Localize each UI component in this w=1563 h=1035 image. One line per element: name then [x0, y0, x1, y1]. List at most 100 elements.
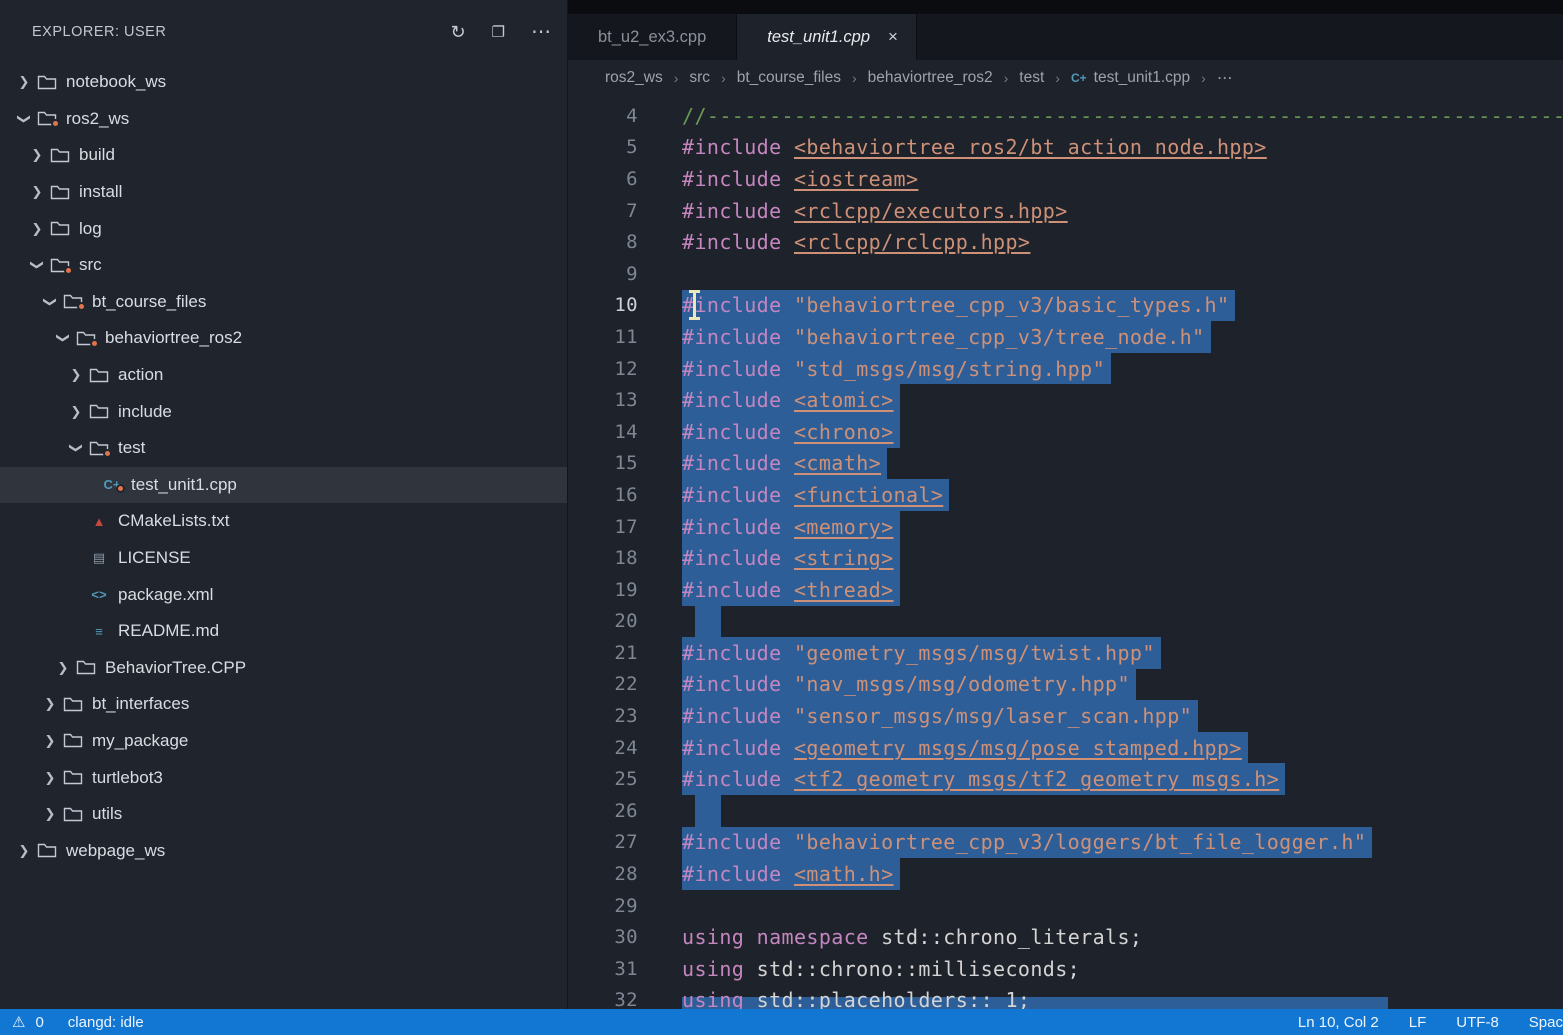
- tree-item-webpage_ws[interactable]: ❯webpage_ws: [0, 832, 567, 869]
- chevron-right-icon[interactable]: ❯: [27, 221, 47, 237]
- line-number[interactable]: 32: [568, 989, 682, 1009]
- code-line-10[interactable]: 10#include "behaviortree_cpp_v3/basic_ty…: [568, 290, 1563, 322]
- indentation-indicator[interactable]: Spac: [1529, 1014, 1563, 1031]
- line-number[interactable]: 29: [568, 895, 682, 917]
- tree-item-test_unit1.cpp[interactable]: ❯C+test_unit1.cpp: [0, 467, 567, 504]
- breadcrumb-item-file[interactable]: test_unit1.cpp: [1094, 69, 1191, 87]
- clangd-status[interactable]: clangd: idle: [68, 1014, 144, 1031]
- breadcrumb-item-bt_course_files[interactable]: bt_course_files: [737, 69, 841, 87]
- tree-item-test[interactable]: ❯test: [0, 430, 567, 467]
- more-actions-icon[interactable]: ⋯: [531, 22, 551, 42]
- close-icon[interactable]: ×: [888, 27, 898, 47]
- tree-item-action[interactable]: ❯action: [0, 357, 567, 394]
- code-line-30[interactable]: 30using namespace std::chrono_literals;: [568, 921, 1563, 953]
- breadcrumb-item-behaviortree_ros2[interactable]: behaviortree_ros2: [868, 69, 993, 87]
- code-line-9[interactable]: 9: [568, 258, 1563, 290]
- tree-item-package.xml[interactable]: ❯<>package.xml: [0, 576, 567, 613]
- chevron-down-icon[interactable]: ❯: [16, 109, 32, 129]
- warning-icon[interactable]: ⚠: [12, 1013, 25, 1031]
- tree-item-build[interactable]: ❯build: [0, 137, 567, 174]
- code-line-14[interactable]: 14#include <chrono>: [568, 416, 1563, 448]
- line-number[interactable]: 18: [568, 547, 682, 569]
- line-number[interactable]: 25: [568, 768, 682, 790]
- code-line-29[interactable]: 29: [568, 890, 1563, 922]
- code-editor[interactable]: 4//-------------------------------------…: [568, 96, 1563, 1009]
- line-number[interactable]: 22: [568, 673, 682, 695]
- tree-item-bt_interfaces[interactable]: ❯bt_interfaces: [0, 686, 567, 723]
- breadcrumb-overflow[interactable]: ⋯: [1217, 69, 1233, 88]
- code-line-13[interactable]: 13#include <atomic>: [568, 384, 1563, 416]
- tab-bt_u2_ex3[interactable]: bt_u2_ex3.cpp: [568, 14, 737, 60]
- tree-item-README.md[interactable]: ❯≡README.md: [0, 613, 567, 650]
- line-number[interactable]: 6: [568, 168, 682, 190]
- chevron-right-icon[interactable]: ❯: [27, 184, 47, 200]
- line-number[interactable]: 31: [568, 958, 682, 980]
- code-line-27[interactable]: 27#include "behaviortree_cpp_v3/loggers/…: [568, 827, 1563, 859]
- code-line-28[interactable]: 28#include <math.h>: [568, 858, 1563, 890]
- chevron-right-icon[interactable]: ❯: [40, 696, 60, 712]
- chevron-right-icon[interactable]: ❯: [66, 404, 86, 420]
- breadcrumb-item-src[interactable]: src: [689, 69, 710, 87]
- tree-item-LICENSE[interactable]: ❯▤LICENSE: [0, 540, 567, 577]
- line-number[interactable]: 13: [568, 389, 682, 411]
- code-line-31[interactable]: 31using std::chrono::milliseconds;: [568, 953, 1563, 985]
- collapse-folders-icon[interactable]: ❐: [492, 25, 505, 40]
- tree-item-bt_course_files[interactable]: ❯bt_course_files: [0, 284, 567, 321]
- line-number[interactable]: 19: [568, 579, 682, 601]
- chevron-right-icon[interactable]: ❯: [14, 843, 34, 859]
- chevron-down-icon[interactable]: ❯: [29, 255, 45, 275]
- breadcrumb-item-ros2_ws[interactable]: ros2_ws: [605, 69, 663, 87]
- cursor-position[interactable]: Ln 10, Col 2: [1298, 1014, 1379, 1031]
- code-line-4[interactable]: 4//-------------------------------------…: [568, 100, 1563, 132]
- tree-item-my_package[interactable]: ❯my_package: [0, 723, 567, 760]
- code-line-7[interactable]: 7#include <rclcpp/executors.hpp>: [568, 195, 1563, 227]
- line-number[interactable]: 11: [568, 326, 682, 348]
- code-line-16[interactable]: 16#include <functional>: [568, 479, 1563, 511]
- chevron-down-icon[interactable]: ❯: [68, 438, 84, 458]
- encoding-indicator[interactable]: UTF-8: [1456, 1014, 1499, 1031]
- code-line-22[interactable]: 22#include "nav_msgs/msg/odometry.hpp": [568, 669, 1563, 701]
- tab-test_unit1[interactable]: test_unit1.cpp ×: [737, 14, 917, 60]
- tree-item-CMakeLists.txt[interactable]: ❯▲CMakeLists.txt: [0, 503, 567, 540]
- code-line-26[interactable]: 26: [568, 795, 1563, 827]
- tree-item-behaviortree_ros2[interactable]: ❯behaviortree_ros2: [0, 320, 567, 357]
- tree-item-notebook_ws[interactable]: ❯notebook_ws: [0, 64, 567, 101]
- code-line-17[interactable]: 17#include <memory>: [568, 511, 1563, 543]
- line-number[interactable]: 7: [568, 200, 682, 222]
- code-line-15[interactable]: 15#include <cmath>: [568, 448, 1563, 480]
- chevron-right-icon[interactable]: ❯: [27, 147, 47, 163]
- code-line-6[interactable]: 6#include <iostream>: [568, 163, 1563, 195]
- tree-item-ros2_ws[interactable]: ❯ros2_ws: [0, 101, 567, 138]
- chevron-right-icon[interactable]: ❯: [40, 733, 60, 749]
- chevron-right-icon[interactable]: ❯: [14, 74, 34, 90]
- line-number[interactable]: 12: [568, 358, 682, 380]
- refresh-icon[interactable]: ↻: [450, 23, 465, 41]
- tree-item-log[interactable]: ❯log: [0, 210, 567, 247]
- line-number[interactable]: 14: [568, 421, 682, 443]
- line-number[interactable]: 20: [568, 610, 682, 632]
- line-number[interactable]: 23: [568, 705, 682, 727]
- code-line-11[interactable]: 11#include "behaviortree_cpp_v3/tree_nod…: [568, 321, 1563, 353]
- tree-item-install[interactable]: ❯install: [0, 174, 567, 211]
- code-line-25[interactable]: 25#include <tf2_geometry_msgs/tf2_geomet…: [568, 763, 1563, 795]
- line-number[interactable]: 21: [568, 642, 682, 664]
- line-number[interactable]: 8: [568, 231, 682, 253]
- code-line-21[interactable]: 21#include "geometry_msgs/msg/twist.hpp": [568, 637, 1563, 669]
- line-number[interactable]: 10: [568, 294, 682, 316]
- chevron-right-icon[interactable]: ❯: [53, 660, 73, 676]
- line-number[interactable]: 9: [568, 263, 682, 285]
- tree-item-include[interactable]: ❯include: [0, 393, 567, 430]
- line-number[interactable]: 24: [568, 737, 682, 759]
- tree-item-src[interactable]: ❯src: [0, 247, 567, 284]
- line-number[interactable]: 5: [568, 136, 682, 158]
- code-line-24[interactable]: 24#include <geometry_msgs/msg/pose_stamp…: [568, 732, 1563, 764]
- line-number[interactable]: 27: [568, 831, 682, 853]
- code-line-12[interactable]: 12#include "std_msgs/msg/string.hpp": [568, 353, 1563, 385]
- line-number[interactable]: 15: [568, 452, 682, 474]
- breadcrumb-item-test[interactable]: test: [1019, 69, 1044, 87]
- code-line-20[interactable]: 20: [568, 606, 1563, 638]
- code-line-5[interactable]: 5#include <behaviortree_ros2/bt_action_n…: [568, 132, 1563, 164]
- chevron-right-icon[interactable]: ❯: [66, 367, 86, 383]
- chevron-down-icon[interactable]: ❯: [55, 328, 71, 348]
- code-line-8[interactable]: 8#include <rclcpp/rclcpp.hpp>: [568, 226, 1563, 258]
